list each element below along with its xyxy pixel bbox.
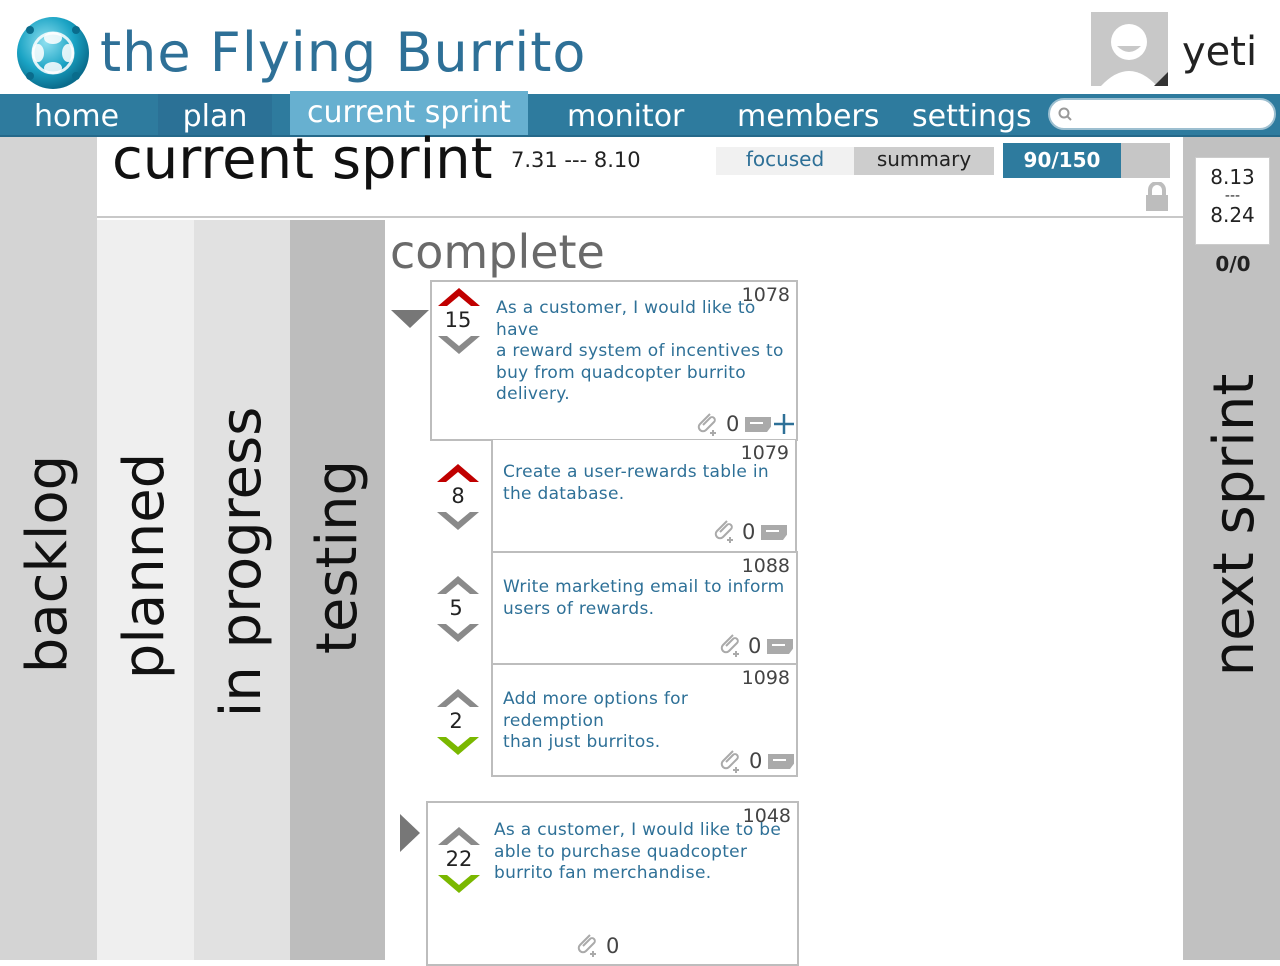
nav-home[interactable]: home [34, 94, 119, 135]
attachment-icon[interactable] [717, 631, 743, 657]
nav-members[interactable]: members [737, 94, 879, 135]
story-text: As a customer, I would like to be able t… [494, 820, 782, 883]
next-sprint-end: 8.24 [1210, 203, 1255, 227]
username[interactable]: yeti [1182, 24, 1257, 80]
nav-settings[interactable]: settings [912, 94, 1032, 135]
lock-icon[interactable] [1145, 181, 1169, 212]
divider [97, 216, 1183, 218]
section-heading-complete: complete [390, 225, 605, 279]
task-card[interactable]: 1088 Write marketing email to inform use… [491, 551, 798, 665]
app-logo-icon [16, 16, 90, 90]
search-input[interactable] [1048, 98, 1276, 130]
column-label-in-progress: in progress [209, 406, 274, 718]
attachment-icon[interactable] [574, 931, 600, 957]
story-card[interactable]: 1048 22 As a customer, I would like to b… [426, 801, 799, 966]
next-sprint-separator: --- [1224, 188, 1241, 204]
comment-icon[interactable] [768, 753, 796, 771]
attachment-count: 0 [726, 412, 740, 436]
task-id: 1079 [740, 442, 789, 464]
vote-up-icon[interactable] [437, 462, 479, 482]
tab-focused[interactable]: focused [716, 147, 854, 175]
progress-label: 90/150 [1023, 148, 1101, 172]
vote-up-icon[interactable] [438, 286, 480, 306]
vote-down-icon[interactable] [437, 624, 479, 644]
task-card[interactable]: 1079 Create a user-rewards table in the … [491, 440, 797, 553]
column-label-backlog: backlog [15, 454, 80, 674]
task-card[interactable]: 1098 Add more options for redemption tha… [491, 663, 798, 777]
attachment-icon[interactable] [711, 517, 737, 543]
collapse-toggle-icon[interactable] [391, 310, 429, 330]
task-text: Write marketing email to inform users of… [503, 577, 785, 619]
story-points: 15 [444, 308, 472, 332]
attachment-count: 0 [748, 634, 762, 658]
expand-toggle-icon[interactable] [400, 814, 422, 852]
nav-monitor[interactable]: monitor [567, 94, 684, 135]
next-sprint-points: 0/0 [1215, 252, 1251, 276]
sprint-dates: 7.31 --- 8.10 [511, 148, 641, 172]
task-points: 2 [449, 709, 463, 733]
attachment-icon[interactable] [717, 747, 743, 773]
task-points: 5 [449, 596, 463, 620]
avatar-icon [1091, 12, 1168, 86]
attachment-icon[interactable] [694, 410, 720, 436]
vote-up-icon[interactable] [438, 825, 480, 845]
vote-down-icon[interactable] [437, 737, 479, 757]
task-id: 1098 [741, 667, 790, 689]
attachment-count: 0 [606, 934, 620, 958]
story-text: As a customer, I would like to have a re… [496, 298, 784, 404]
vote-down-icon[interactable] [438, 875, 480, 895]
task-text: Create a user-rewards table in the datab… [503, 462, 769, 504]
next-sprint-start: 8.13 [1210, 165, 1255, 189]
vote-up-icon[interactable] [437, 687, 479, 707]
comment-icon[interactable] [767, 638, 795, 656]
column-label-next-sprint: next sprint [1202, 373, 1267, 677]
story-card[interactable]: 1078 15 As a customer, I would like to h… [430, 280, 798, 441]
column-label-testing: testing [305, 459, 370, 655]
vote-down-icon[interactable] [437, 512, 479, 532]
task-text: Add more options for redemption than jus… [503, 689, 689, 752]
column-testing[interactable]: testing [290, 220, 385, 960]
page-title: current sprint [112, 127, 493, 192]
column-in-progress[interactable]: in progress [194, 220, 290, 960]
user-avatar[interactable] [1091, 12, 1168, 86]
comment-icon[interactable] [761, 524, 789, 542]
column-planned[interactable]: planned [97, 220, 194, 960]
search-icon [1058, 107, 1072, 121]
add-task-plus-icon[interactable] [773, 413, 795, 435]
tab-summary[interactable]: summary [854, 147, 994, 175]
story-points: 22 [445, 847, 473, 871]
vote-up-icon[interactable] [437, 574, 479, 594]
task-id: 1088 [741, 555, 790, 577]
attachment-count: 0 [742, 520, 756, 544]
next-sprint-dates-card[interactable]: 8.13 --- 8.24 [1195, 157, 1270, 245]
task-points: 8 [451, 484, 465, 508]
comment-icon[interactable] [745, 416, 773, 434]
vote-down-icon[interactable] [438, 336, 480, 356]
sprint-progress-bar: 90/150 [1003, 143, 1170, 178]
column-label-planned: planned [112, 452, 177, 680]
attachment-count: 0 [749, 749, 763, 773]
app-title: the Flying Burrito [100, 21, 587, 84]
column-backlog[interactable]: backlog [0, 137, 97, 960]
